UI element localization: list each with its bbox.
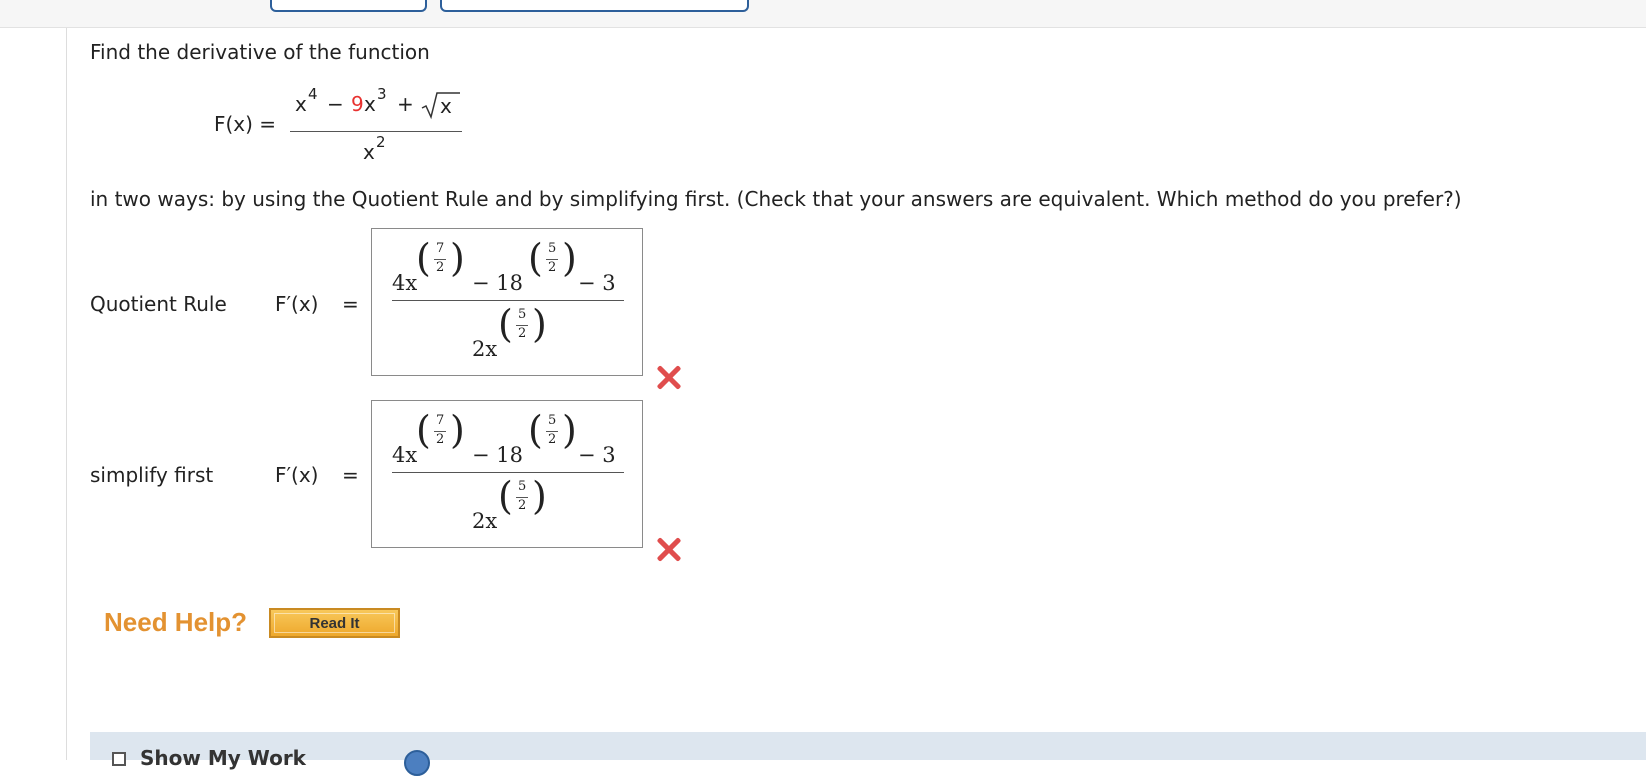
open-paren: ( [416,236,431,280]
numerator-x: x [295,92,307,116]
answer-label-simplify-first: simplify first [90,463,214,487]
exponent-denominator: 2 [518,498,527,513]
num-term-3: − 3 [578,443,616,467]
den-term-2x: 2x [472,509,498,533]
exponent-numerator: 7 [436,413,445,428]
open-paren: ( [528,236,543,280]
toolbar-button-left[interactable] [270,0,427,12]
open-paren: ( [498,302,513,346]
open-paren: ( [416,408,431,452]
toolbar-button-right[interactable] [440,0,749,12]
close-paren: ) [532,302,547,346]
numerator-plus: + [397,92,414,116]
sqrt-argument: x [440,94,452,118]
close-paren: ) [450,236,465,280]
show-my-work-panel [90,732,1646,760]
numerator-minus: − [327,92,344,116]
fraction-bar [290,131,462,132]
exponent-numerator: 7 [436,241,445,256]
exponent-denominator: 2 [436,432,445,447]
exponent-denominator: 2 [548,260,557,275]
denominator-exponent-2: 2 [376,133,386,151]
denominator-x: x [363,140,375,164]
answer-fraction-bar [392,300,624,301]
close-paren: ) [532,474,547,518]
num-term-18: − 18 [472,271,523,295]
exponent-numerator: 5 [548,241,557,256]
function-name: F(x) = [214,112,277,136]
left-divider [66,28,67,760]
equals-sign: = [342,292,359,316]
numerator-coefficient-9: 9 [351,92,364,116]
show-my-work-label: Show My Work [140,746,306,770]
simplify-first-answer-input[interactable]: 4x ( 7 2 ) − 18 ( 5 2 ) − 3 2x ( 5 2 ) [371,400,643,548]
exponent-denominator: 2 [518,326,527,341]
close-paren: ) [562,408,577,452]
read-it-button-inner-border [274,613,395,633]
fprime-label: F′(x) [275,292,319,316]
read-it-button[interactable]: Read It [269,608,400,638]
num-term-3: − 3 [578,271,616,295]
equals-sign: = [342,463,359,487]
incorrect-x-icon [656,364,682,390]
numerator-exponent-3: 3 [377,85,387,103]
numerator-exponent-4: 4 [308,85,318,103]
close-paren: ) [562,236,577,280]
den-term-2x: 2x [472,337,498,361]
show-my-work-checkbox[interactable] [112,752,126,766]
problem-intro: Find the derivative of the function [90,40,430,64]
quotient-rule-answer-input[interactable]: 4x ( 7 2 ) − 18 ( 5 2 ) − 3 2x ( 5 2 ) [371,228,643,376]
exponent-numerator: 5 [548,413,557,428]
close-paren: ) [450,408,465,452]
num-term-4x: 4x [392,271,418,295]
answer-label-quotient-rule: Quotient Rule [90,292,227,316]
top-toolbar [0,0,1646,28]
exponent-denominator: 2 [436,260,445,275]
problem-instructions: in two ways: by using the Quotient Rule … [90,187,1462,211]
exponent-denominator: 2 [548,432,557,447]
help-question-icon[interactable] [404,750,430,776]
incorrect-x-icon [656,536,682,562]
num-term-4x: 4x [392,443,418,467]
open-paren: ( [528,408,543,452]
fprime-label: F′(x) [275,463,319,487]
need-help-label: Need Help? [104,607,248,637]
num-term-18: − 18 [472,443,523,467]
exponent-numerator: 5 [518,479,527,494]
exponent-numerator: 5 [518,307,527,322]
numerator-x-cubed: x [364,92,376,116]
open-paren: ( [498,474,513,518]
answer-fraction-bar [392,472,624,473]
